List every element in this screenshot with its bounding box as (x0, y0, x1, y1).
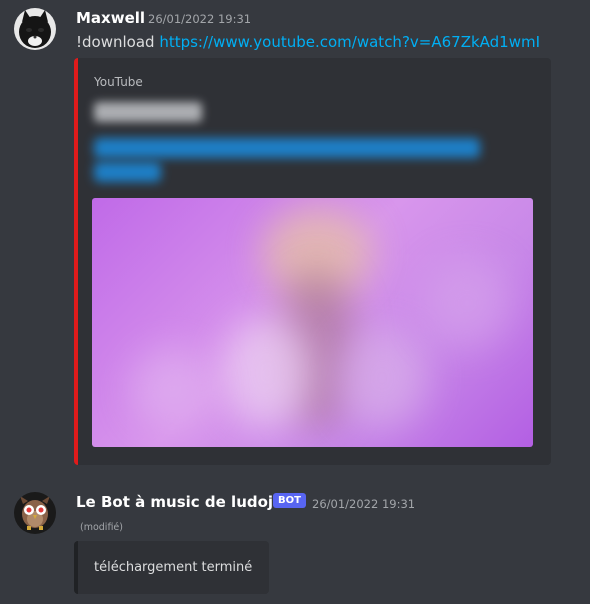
youtube-link[interactable]: https://www.youtube.com/watch?v=A67ZkAd1… (159, 33, 540, 51)
edited-label: (modifié) (80, 522, 123, 533)
reply-text: téléchargement terminé (94, 560, 253, 575)
video-thumbnail-icon[interactable] (92, 198, 533, 447)
timestamp[interactable]: 26/01/2022 19:31 (312, 497, 415, 511)
owl-avatar-icon[interactable] (14, 492, 56, 534)
bot-reply-box: téléchargement terminé (74, 541, 269, 594)
embed-provider[interactable]: YouTube (94, 75, 143, 89)
message-content: !download https://www.youtube.com/watch?… (76, 33, 540, 51)
embed-title-blurred[interactable] (94, 138, 480, 158)
youtube-embed: YouTube (74, 58, 551, 465)
username[interactable]: Le Bot à music de ludojeu (76, 493, 294, 511)
embed-title-blurred-line2[interactable] (94, 162, 161, 182)
bot-badge: BOT (273, 493, 306, 508)
black-cat-avatar-icon[interactable] (14, 8, 56, 50)
timestamp[interactable]: 26/01/2022 19:31 (148, 12, 251, 26)
username[interactable]: Maxwell (76, 9, 145, 27)
embed-author-blurred[interactable] (94, 102, 202, 122)
command-text: !download (76, 33, 160, 51)
